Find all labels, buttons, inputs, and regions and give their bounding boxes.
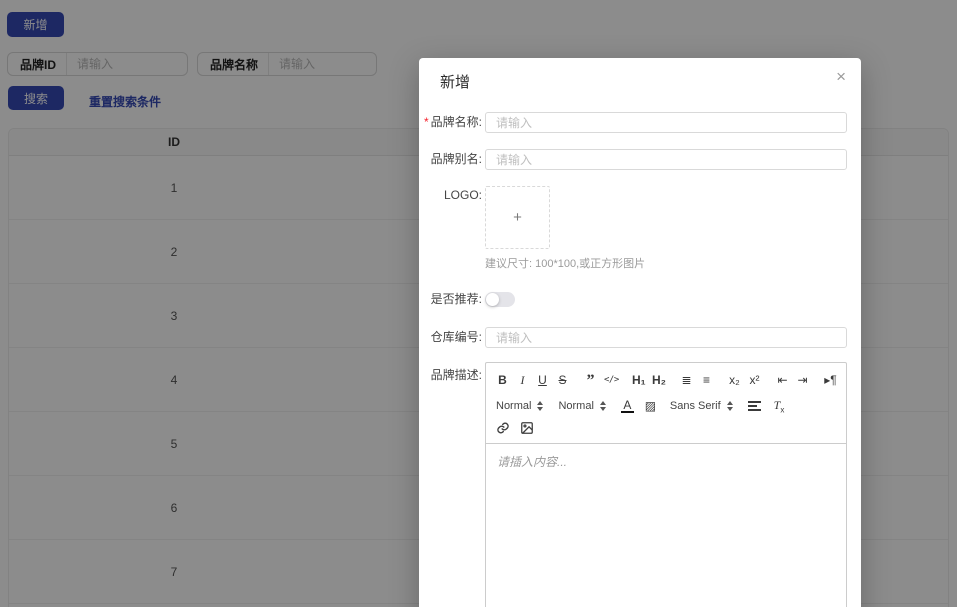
toolbar-row-2: Normal Normal A ▨ Sans Serif Tx — [496, 397, 836, 415]
modal-body: *品牌名称: 品牌别名: LOGO: + 建议尺寸: 100*100,或正方形图… — [419, 88, 861, 607]
form-row-brand-alias: 品牌别名: — [419, 149, 861, 170]
superscript-button[interactable]: x² — [748, 373, 761, 388]
add-brand-modal: 新增 × *品牌名称: 品牌别名: LOGO: + 建议尺寸: 100*100,… — [419, 58, 861, 607]
updown-arrows-icon — [599, 401, 606, 411]
text-direction-button[interactable]: ▸¶ — [824, 373, 837, 388]
close-icon[interactable]: × — [836, 67, 846, 87]
editor-placeholder: 请插入内容... — [497, 455, 568, 469]
brand-name-input[interactable] — [485, 112, 847, 133]
bullet-list-button[interactable]: ≡ — [700, 373, 713, 388]
link-icon[interactable] — [496, 421, 510, 435]
blockquote-button[interactable]: ” — [584, 372, 597, 388]
brand-management-page: 新增 品牌ID 品牌名称 搜索 重置搜索条件 ID 1 2 3 4 5 6 — [0, 0, 957, 607]
bold-button[interactable]: B — [496, 373, 509, 388]
clean-x: x — [780, 405, 785, 415]
brand-name-label-text: 品牌名称: — [430, 115, 482, 129]
outdent-button[interactable]: ⇤ — [776, 373, 789, 388]
align-button[interactable] — [747, 401, 761, 411]
image-icon[interactable] — [520, 421, 534, 435]
form-row-description: 品牌描述: B I U S ” </> H₁ H₂ ≣ ≡ x₂ x² ⇤ ⇥ … — [419, 362, 861, 607]
modal-header: 新增 × — [419, 58, 861, 91]
brand-alias-label: 品牌别名: — [430, 152, 482, 166]
description-label: 品牌描述: — [430, 368, 482, 382]
underline-button[interactable]: U — [536, 373, 549, 388]
editor-toolbar: B I U S ” </> H₁ H₂ ≣ ≡ x₂ x² ⇤ ⇥ ▸¶ Nor… — [486, 363, 846, 444]
editor-content[interactable]: 请插入内容... — [486, 444, 846, 607]
clean-format-button[interactable]: Tx — [774, 398, 785, 414]
header-select[interactable]: Normal — [558, 400, 606, 412]
size-select[interactable]: Normal — [496, 400, 544, 412]
toolbar-row-1: B I U S ” </> H₁ H₂ ≣ ≡ x₂ x² ⇤ ⇥ ▸¶ — [496, 372, 837, 388]
warehouse-input[interactable] — [485, 327, 847, 348]
strikethrough-button[interactable]: S — [556, 373, 569, 388]
text-color-button[interactable]: A — [620, 399, 634, 413]
toggle-knob — [486, 293, 499, 306]
code-block-button[interactable]: </> — [604, 373, 619, 388]
form-row-logo: LOGO: + 建议尺寸: 100*100,或正方形图片 — [419, 186, 861, 271]
header-select-value: Normal — [558, 400, 594, 412]
brand-name-label: * 品牌名称: — [419, 112, 485, 133]
indent-button[interactable]: ⇥ — [796, 373, 809, 388]
subscript-button[interactable]: x₂ — [728, 373, 741, 388]
updown-arrows-icon — [726, 401, 733, 411]
modal-title: 新增 — [440, 74, 471, 91]
font-select[interactable]: Sans Serif — [670, 400, 733, 412]
logo-upload-box[interactable]: + — [485, 186, 550, 249]
required-mark: * — [423, 115, 429, 129]
ordered-list-button[interactable]: ≣ — [680, 373, 693, 388]
header-2-button[interactable]: H₂ — [652, 373, 666, 388]
logo-upload-block: + 建议尺寸: 100*100,或正方形图片 — [485, 186, 645, 271]
form-row-recommend: 是否推荐: — [419, 292, 861, 307]
form-row-warehouse: 仓库编号: — [419, 327, 861, 348]
header-1-button[interactable]: H₁ — [632, 373, 646, 388]
toolbar-row-3 — [496, 420, 836, 435]
logo-label: LOGO: — [443, 188, 482, 202]
brand-alias-input[interactable] — [485, 149, 847, 170]
italic-button[interactable]: I — [516, 373, 529, 388]
font-select-value: Sans Serif — [669, 400, 721, 412]
plus-icon: + — [513, 209, 522, 226]
logo-size-hint: 建议尺寸: 100*100,或正方形图片 — [485, 258, 646, 270]
rich-text-editor: B I U S ” </> H₁ H₂ ≣ ≡ x₂ x² ⇤ ⇥ ▸¶ Nor… — [485, 362, 847, 607]
warehouse-label: 仓库编号: — [430, 330, 482, 344]
updown-arrows-icon — [537, 401, 544, 411]
recommend-toggle[interactable] — [485, 292, 515, 307]
recommend-label: 是否推荐: — [430, 292, 482, 306]
background-color-button[interactable]: ▨ — [644, 399, 657, 414]
form-row-brand-name: * 品牌名称: — [419, 112, 861, 133]
size-select-value: Normal — [496, 400, 532, 412]
